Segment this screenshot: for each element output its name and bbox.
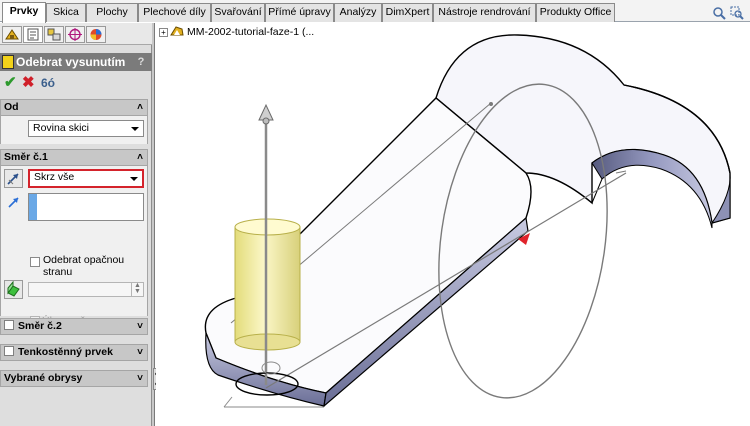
draft-angle-spinner[interactable]: ▲ ▼ bbox=[28, 282, 144, 297]
group-od-header[interactable]: Od ˄ bbox=[0, 99, 148, 116]
spinner-arrows-icon[interactable]: ▲ ▼ bbox=[131, 282, 143, 296]
group-contours-title: Vybrané obrysy bbox=[4, 372, 83, 384]
action-buttons: ✔ ✖ 6ó bbox=[0, 73, 152, 93]
detailed-preview-button[interactable]: 6ó bbox=[41, 75, 55, 91]
group-thin-header[interactable]: Tenkostěnný prvek ˅ bbox=[0, 344, 148, 361]
cut-preview-cylinder bbox=[234, 218, 301, 351]
end-condition-value: Skrz vše bbox=[34, 171, 75, 183]
dropdown-arrow-icon bbox=[130, 177, 138, 181]
dimxpert-tab[interactable] bbox=[65, 26, 85, 43]
group-od-body: Rovina skici bbox=[0, 116, 148, 144]
thin-feature-checkbox[interactable] bbox=[4, 346, 14, 356]
display-manager-tab-icon bbox=[90, 29, 102, 40]
view-toolbar bbox=[712, 6, 746, 20]
tab-dimxpert[interactable]: DimXpert bbox=[382, 3, 433, 22]
tab-svarovani[interactable]: Svařování bbox=[211, 3, 265, 22]
ok-button[interactable]: ✔ bbox=[4, 75, 17, 91]
draft-icon bbox=[7, 280, 20, 297]
tab-plechove-dily[interactable]: Plechové díly bbox=[138, 3, 211, 22]
flip-side-checkbox[interactable] bbox=[30, 257, 40, 267]
group-thin-title: Tenkostěnný prvek bbox=[18, 346, 113, 358]
od-start-condition-value: Rovina skici bbox=[33, 122, 90, 134]
collapse-chevron-icon[interactable]: ˄ bbox=[137, 150, 143, 165]
direction-arrow-icon bbox=[8, 197, 19, 208]
configurationmanager-tab[interactable] bbox=[44, 26, 64, 43]
group-smer2-header[interactable]: Směr č.2 ˅ bbox=[0, 318, 148, 335]
reverse-direction-icon bbox=[7, 173, 19, 185]
sketch-point bbox=[489, 102, 493, 106]
tab-prime-upravy[interactable]: Přímé úpravy bbox=[265, 3, 334, 22]
expand-chevron-icon[interactable]: ˅ bbox=[137, 345, 143, 360]
collapse-chevron-icon[interactable]: ˄ bbox=[137, 100, 143, 115]
manager-tabs bbox=[0, 23, 152, 45]
zoom-area-icon[interactable] bbox=[730, 6, 744, 20]
panel-splitter[interactable] bbox=[152, 23, 155, 426]
extruded-cut-icon bbox=[2, 55, 14, 69]
group-smer1-header[interactable]: Směr č.1 ˄ bbox=[0, 149, 148, 166]
property-manager: Odebrat vysunutím ? ✔ ✖ 6ó Od ˄ Rovina s… bbox=[0, 23, 152, 426]
group-smer2-title: Směr č.2 bbox=[18, 320, 62, 332]
tab-plochy[interactable]: Plochy bbox=[86, 3, 138, 22]
propertymanager-tab-icon bbox=[27, 28, 39, 41]
tab-skica[interactable]: Skica bbox=[46, 3, 86, 22]
help-button[interactable]: ? bbox=[134, 55, 148, 69]
selection-accent bbox=[29, 194, 37, 220]
featuremanager-tab-icon bbox=[5, 29, 19, 40]
model-view bbox=[204, 34, 731, 408]
draft-button[interactable] bbox=[4, 280, 23, 299]
dimxpert-tab-icon bbox=[68, 28, 82, 41]
display-manager-tab[interactable] bbox=[86, 26, 106, 43]
feature-title-bar: Odebrat vysunutím ? bbox=[0, 53, 152, 71]
cancel-button[interactable]: ✖ bbox=[22, 75, 35, 91]
direction-selection-box[interactable] bbox=[28, 193, 144, 221]
expand-chevron-icon[interactable]: ˅ bbox=[137, 319, 143, 334]
tab-nastroje-rendrovani[interactable]: Nástroje rendrování bbox=[433, 3, 536, 22]
configurationmanager-tab-icon bbox=[47, 28, 61, 41]
end-condition-select[interactable]: Skrz vše bbox=[28, 169, 144, 188]
reverse-direction-button[interactable] bbox=[4, 169, 23, 188]
group-smer1-title: Směr č.1 bbox=[4, 151, 48, 163]
flip-side-label: Odebrat opačnou stranu bbox=[43, 254, 125, 278]
propertymanager-tab[interactable] bbox=[23, 26, 43, 43]
group-smer1-body: Skrz vše Odebrat opačnou stranu ▲▼ Úkos … bbox=[0, 166, 148, 327]
featuremanager-tab[interactable] bbox=[2, 26, 22, 43]
zoom-to-fit-icon[interactable] bbox=[712, 6, 726, 20]
expand-chevron-icon[interactable]: ˅ bbox=[137, 371, 143, 386]
tab-prvky[interactable]: Prvky bbox=[2, 2, 46, 23]
graphics-area[interactable]: + MM-2002-tutorial-faze-1 (... bbox=[156, 23, 750, 426]
command-manager-tabs: Prvky Skica Plochy Plechové díly Svařová… bbox=[0, 0, 750, 23]
dropdown-arrow-icon bbox=[131, 127, 139, 131]
group-contours-header[interactable]: Vybrané obrysy ˅ bbox=[0, 370, 148, 387]
od-start-condition-select[interactable]: Rovina skici bbox=[28, 120, 144, 137]
feature-title: Odebrat vysunutím bbox=[16, 55, 126, 69]
tab-analyzy[interactable]: Analýzy bbox=[334, 3, 382, 22]
tab-produkty-office[interactable]: Produkty Office bbox=[536, 3, 615, 22]
smer2-checkbox[interactable] bbox=[4, 320, 14, 330]
group-od-title: Od bbox=[4, 101, 19, 113]
